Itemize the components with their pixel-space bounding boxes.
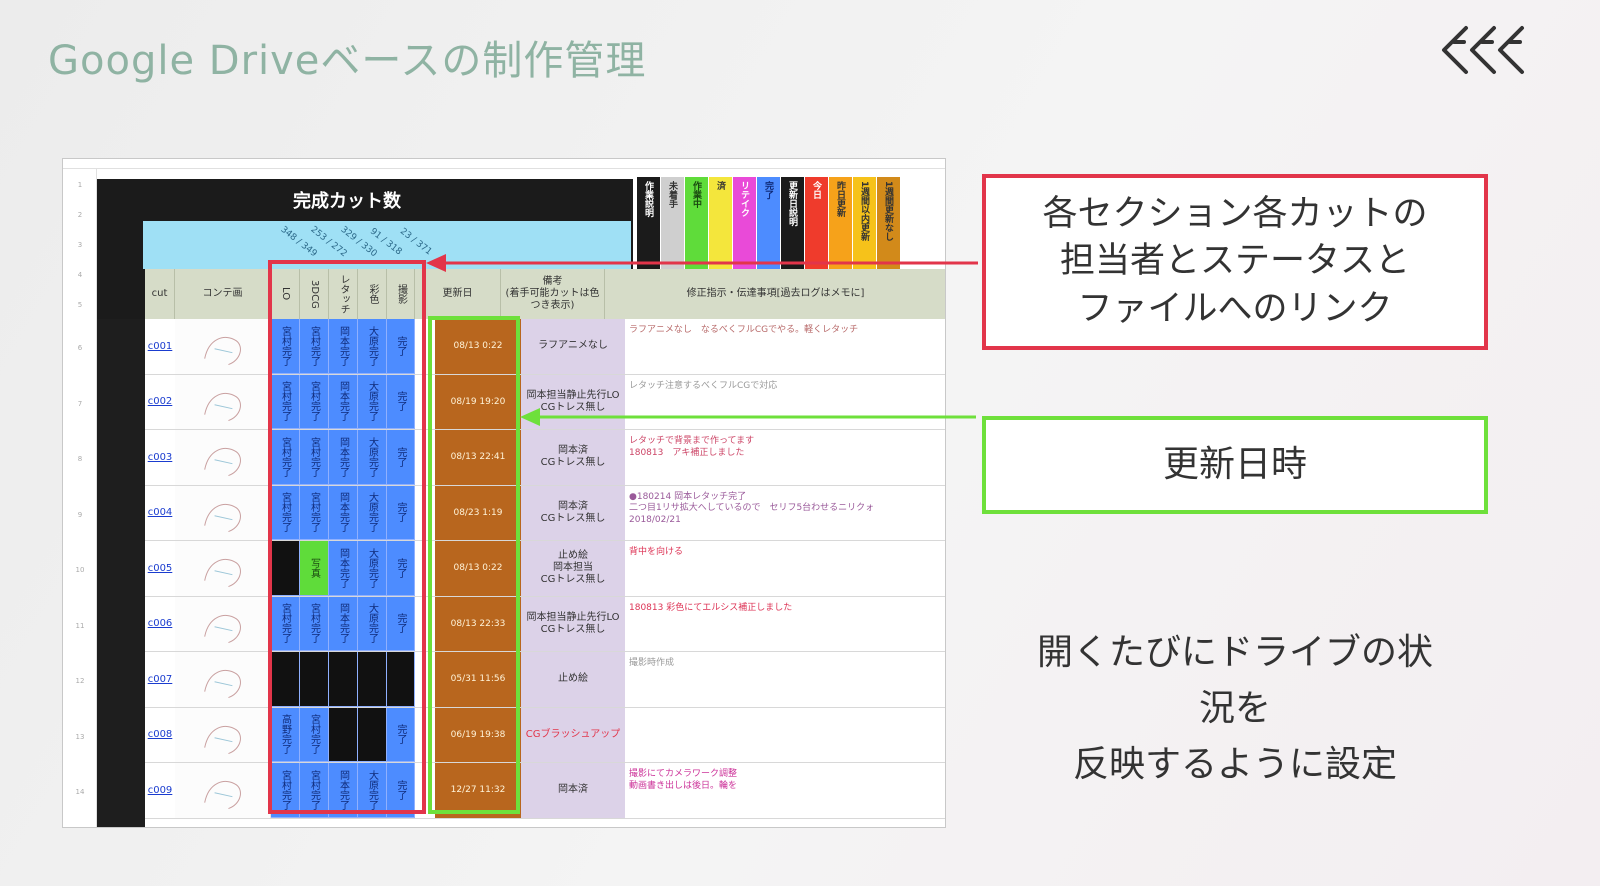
memo-cell: 撮影時作成 bbox=[629, 658, 675, 668]
table-row: c004 宮村完了 宮村完了 岡本完了 大原完了 完了 08/23 1:19 岡本済 CGトレ… bbox=[145, 485, 945, 541]
cut-link[interactable]: c005 bbox=[145, 541, 175, 596]
row-number: 14 bbox=[75, 788, 85, 796]
cut-link[interactable]: c003 bbox=[145, 430, 175, 485]
bottom-description: 開くたびにドライブの状 況を 反映するように設定 bbox=[1036, 632, 1433, 785]
row-number: 4 bbox=[77, 271, 83, 279]
completed-cuts-title: 完成カット数 bbox=[293, 191, 401, 212]
note-cell: 止め絵 bbox=[521, 652, 625, 707]
green-arrow bbox=[520, 408, 976, 426]
note-cell: 岡本済 CGトレス無し bbox=[521, 485, 625, 540]
storyboard-thumbnail[interactable] bbox=[175, 596, 271, 651]
row-number: 9 bbox=[77, 510, 83, 519]
storyboard-thumbnail[interactable] bbox=[175, 707, 271, 762]
table-row: c009 宮村完了 宮村完了 岡本完了 大原完了 完了 12/27 11:32 岡本済 撮影にて… bbox=[145, 763, 945, 819]
status-columns-frame bbox=[268, 260, 426, 814]
row-number: 11 bbox=[75, 621, 85, 630]
table-row: c007 05/31 11:56 止め絵 撮影時作成 bbox=[145, 652, 945, 708]
memo-cell: レタッチで背景まで作ってます 180813 アキ補正しました bbox=[629, 436, 755, 458]
table-row: c001 宮村完了 宮村完了 岡本完了 大原完了 完了 08/13 0:22 ラフアニメなしラ… bbox=[145, 319, 945, 375]
storyboard-thumbnail[interactable] bbox=[175, 652, 271, 707]
row-number: 13 bbox=[75, 732, 85, 741]
storyboard-thumbnail[interactable] bbox=[175, 485, 271, 540]
table-row: c003 宮村完了 宮村完了 岡本完了 大原完了 完了 08/13 22:41 岡本済 CGト… bbox=[145, 430, 945, 486]
row-number: 1 bbox=[77, 181, 83, 189]
table-row: c006 宮村完了 宮村完了 岡本完了 大原完了 完了 08/13 22:33 岡本担当静止先… bbox=[145, 596, 945, 652]
storyboard-thumbnail[interactable] bbox=[175, 319, 271, 374]
green-callout: 更新日時 bbox=[982, 416, 1488, 514]
table-row: c008 高野完了 宮村完了 完了 06/19 19:38 CGブラッシュアップ bbox=[145, 707, 945, 763]
column-header-storyboard: コンテ画 bbox=[175, 269, 271, 319]
memo-cell: 撮影にてカメラワーク調整 動画書き出しは後日。輪を bbox=[629, 769, 738, 791]
row-number: 3 bbox=[77, 241, 83, 249]
column-numbers bbox=[63, 159, 945, 169]
cut-link[interactable]: c002 bbox=[145, 375, 175, 430]
cut-link[interactable]: c001 bbox=[145, 319, 175, 374]
column-header-memo: 修正指示・伝達事項[過去ログはメモに] bbox=[605, 269, 945, 319]
column-header-cut: cut bbox=[145, 269, 175, 319]
cut-link[interactable]: c007 bbox=[145, 652, 175, 707]
note-cell: ラフアニメなし bbox=[521, 319, 625, 374]
table-row: c005 写真 岡本完了 大原完了 完了 08/13 0:22 止め絵 岡本担当 CGトレス… bbox=[145, 541, 945, 597]
red-arrow bbox=[426, 254, 978, 272]
memo-cell: 背中を向ける bbox=[629, 547, 684, 557]
row-number: 8 bbox=[77, 455, 83, 463]
memo-cell: ●180214 岡本レタッチ完了 二つ目1リサ拡大へしているので セリフ5台わせ… bbox=[629, 491, 875, 525]
memo-cell bbox=[625, 708, 945, 763]
slide-title: Google Driveベースの制作管理 bbox=[48, 38, 647, 84]
row-number: 10 bbox=[75, 566, 85, 574]
column-header-note: 備考 (着手可能カットは色つき表示) bbox=[501, 269, 605, 319]
note-cell: 岡本担当静止先行LO CGトレス無し bbox=[521, 596, 625, 651]
note-cell: 止め絵 岡本担当 CGトレス無し bbox=[521, 541, 625, 596]
memo-cell: ラフアニメなし なるべくフルCGでやる。軽くレタッチ bbox=[629, 325, 859, 335]
row-number: 7 bbox=[77, 399, 83, 408]
note-cell: 岡本済 bbox=[521, 763, 625, 818]
cut-link[interactable]: c009 bbox=[145, 763, 175, 818]
storyboard-thumbnail[interactable] bbox=[175, 541, 271, 596]
row-number: 2 bbox=[77, 211, 83, 219]
update-date-frame bbox=[428, 316, 520, 814]
cut-link[interactable]: c008 bbox=[145, 708, 175, 763]
note-cell: CGブラッシュアップ bbox=[521, 707, 625, 762]
memo-cell: 180813 彩色にてエルシス補正しました bbox=[629, 602, 793, 613]
row-numbers: 1 2 3 4 5 6 7 8 9 10 11 12 13 14 bbox=[63, 169, 97, 827]
storyboard-thumbnail[interactable] bbox=[175, 430, 271, 485]
row-number: 6 bbox=[77, 344, 83, 352]
row-number: 12 bbox=[75, 677, 85, 685]
cut-link[interactable]: c004 bbox=[145, 486, 175, 541]
storyboard-thumbnail[interactable] bbox=[175, 374, 271, 429]
storyboard-thumbnail[interactable] bbox=[175, 763, 271, 818]
fff-logo-icon bbox=[1442, 26, 1524, 74]
row-number: 5 bbox=[77, 301, 83, 309]
cut-link[interactable]: c006 bbox=[145, 597, 175, 652]
row-left-black bbox=[97, 319, 145, 827]
note-cell: 岡本済 CGトレス無し bbox=[521, 430, 625, 485]
column-header-updated: 更新日 bbox=[415, 269, 501, 319]
red-callout: 各セクション各カットの 担当者とステータスと ファイルへのリンク bbox=[982, 174, 1488, 350]
